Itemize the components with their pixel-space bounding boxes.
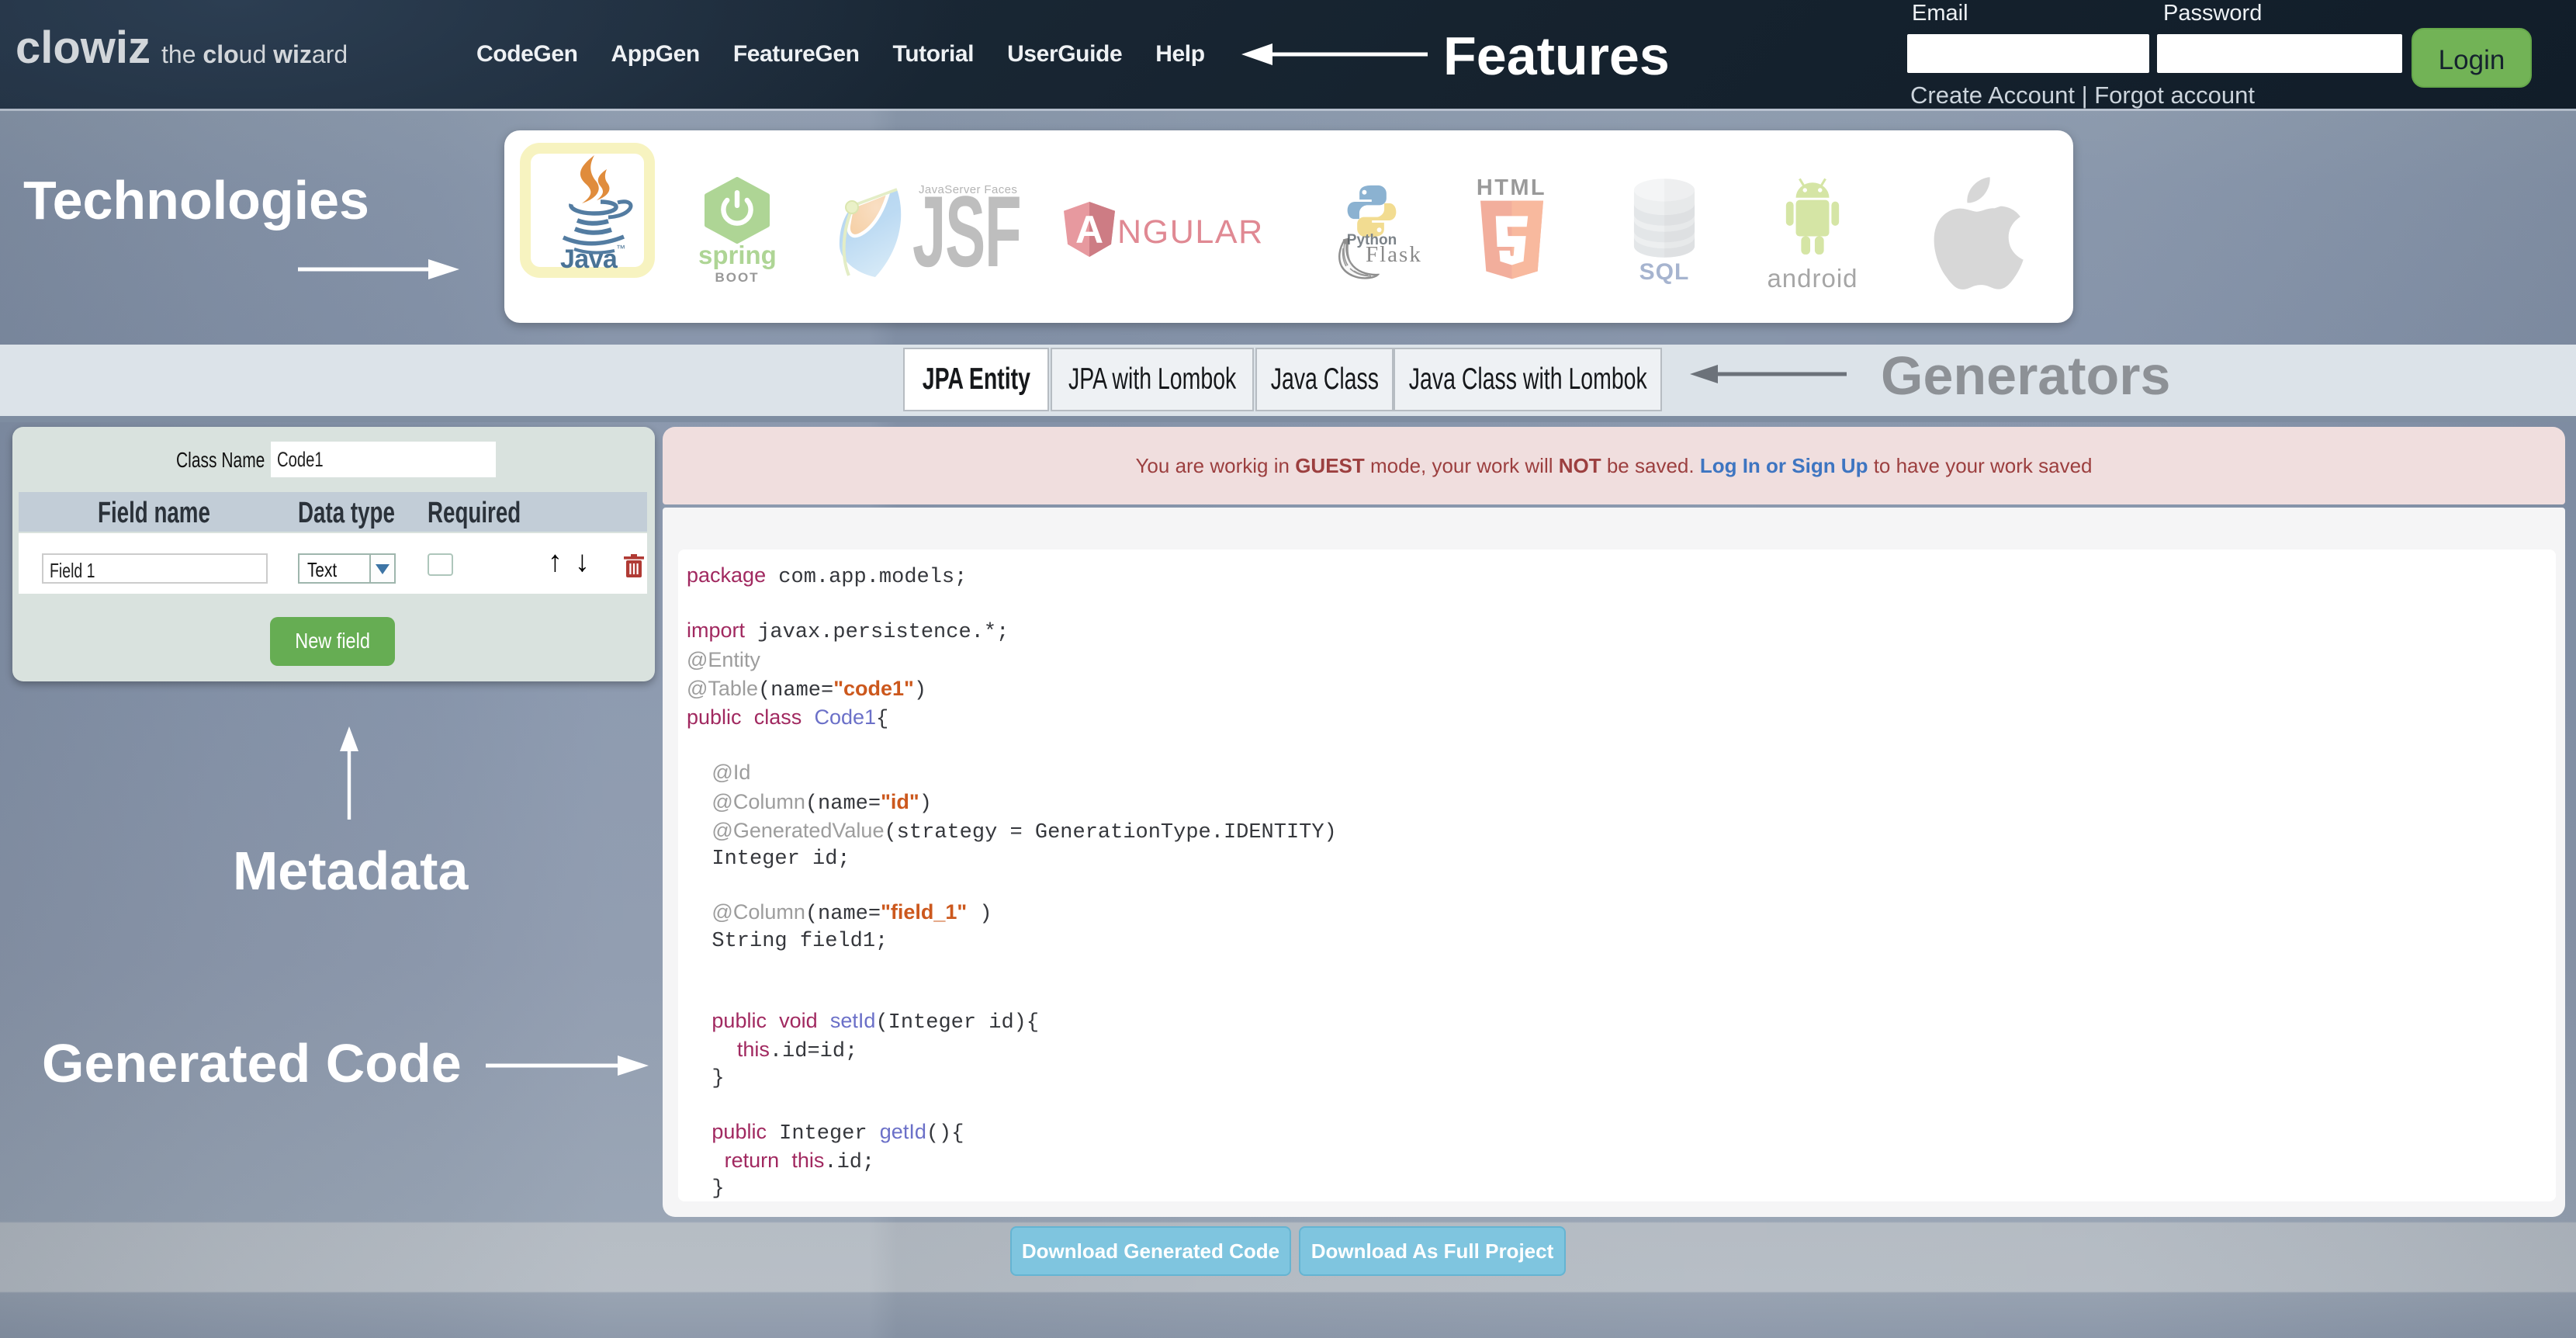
svg-text:Java: Java	[560, 244, 618, 274]
svg-text:A: A	[1075, 208, 1103, 251]
svg-text:™: ™	[616, 243, 625, 254]
